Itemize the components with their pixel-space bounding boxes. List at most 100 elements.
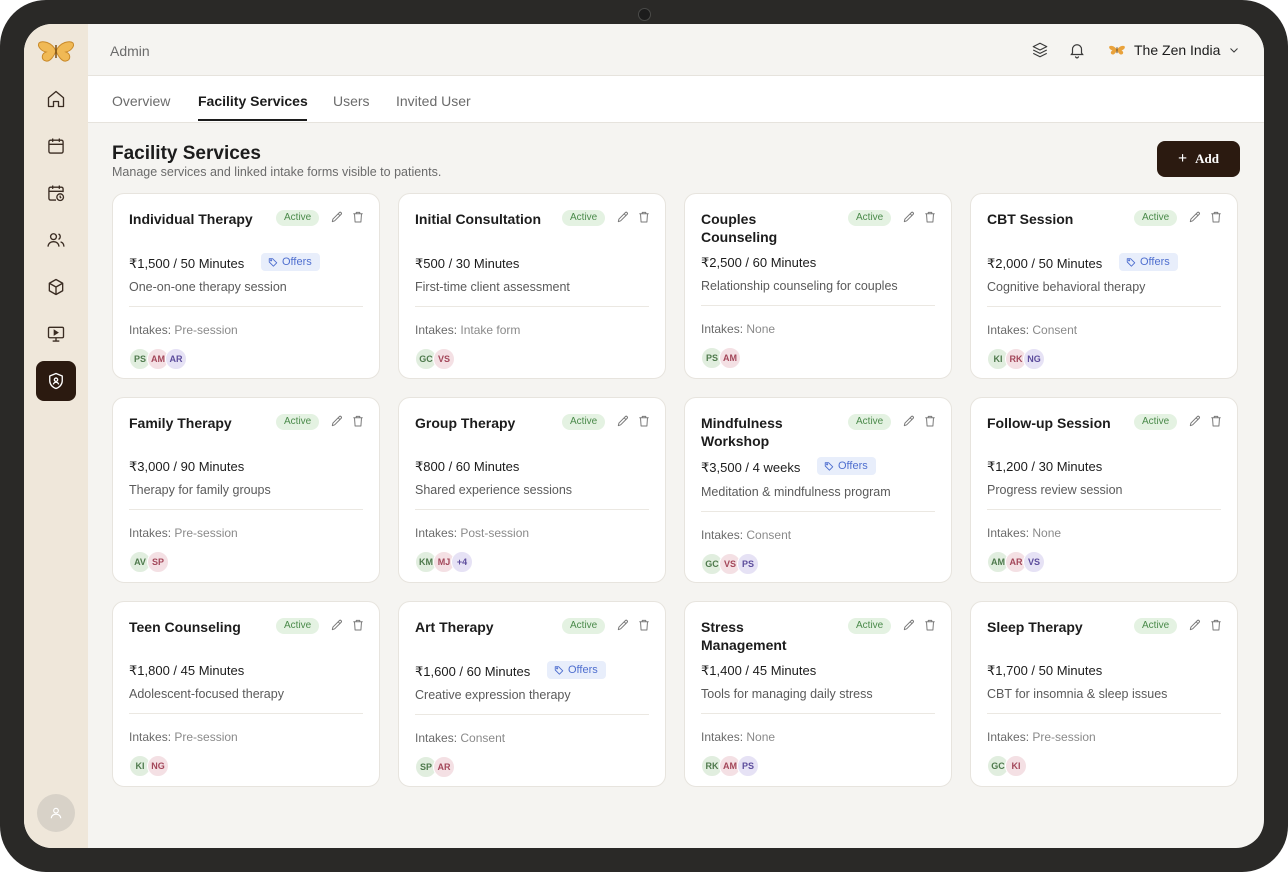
add-service-button[interactable]: + Add: [1157, 141, 1240, 177]
main-content: Admin The Zen India Overview Facility Se…: [88, 24, 1264, 848]
offers-badge[interactable]: Offers: [1119, 253, 1178, 271]
service-card[interactable]: Stress Management Active ₹1,400 / 45 Minut…: [684, 601, 952, 787]
service-card[interactable]: Follow-up Session Active ₹1,200 / 30 Minut…: [970, 397, 1238, 583]
trash-icon[interactable]: [923, 210, 937, 224]
status-badge: Active: [562, 414, 606, 430]
service-card[interactable]: Sleep Therapy Active ₹1,700 / 50 Minutes CB…: [970, 601, 1238, 787]
edit-icon[interactable]: [902, 210, 916, 224]
service-card[interactable]: Art Therapy Active ₹1,600 / 60 Minutes Offe…: [398, 601, 666, 787]
trash-icon[interactable]: [923, 618, 937, 632]
intakes-row: Intakes: Consent: [415, 731, 505, 745]
edit-icon[interactable]: [330, 414, 344, 428]
staff-avatar[interactable]: KI: [1005, 755, 1027, 777]
assigned-avatars: RK AM PS: [701, 755, 759, 777]
profile-avatar[interactable]: [37, 794, 75, 832]
home-icon: [47, 90, 65, 108]
staff-avatar[interactable]: PS: [737, 553, 759, 575]
org-switcher[interactable]: The Zen India: [1108, 39, 1240, 61]
sidebar-item-packages[interactable]: [36, 267, 76, 307]
service-card[interactable]: Group Therapy Active ₹800 / 60 Minutes Shar…: [398, 397, 666, 583]
assigned-avatars: KM MJ +4: [415, 551, 473, 573]
intakes-row: Intakes: Consent: [987, 323, 1077, 337]
tab-overview[interactable]: Overview: [112, 93, 170, 109]
trash-icon[interactable]: [1209, 210, 1223, 224]
offers-label: Offers: [568, 664, 598, 676]
calendar-icon: [48, 138, 64, 154]
offers-badge[interactable]: Offers: [261, 253, 320, 271]
trash-icon[interactable]: [1209, 618, 1223, 632]
edit-icon[interactable]: [330, 618, 344, 632]
staff-avatar[interactable]: SP: [147, 551, 169, 573]
service-description: First-time client assessment: [415, 280, 570, 294]
service-name: Individual Therapy: [129, 211, 253, 227]
assigned-avatars: SP AR: [415, 756, 455, 778]
service-card[interactable]: Individual Therapy Active ₹1,500 / 50 Minu…: [112, 193, 380, 379]
assigned-avatars: KI NG: [129, 755, 169, 777]
trash-icon[interactable]: [923, 414, 937, 428]
intakes-value: None: [1032, 526, 1062, 540]
intakes-label: Intakes:: [987, 323, 1030, 337]
plus-icon: +: [1178, 150, 1188, 167]
edit-icon[interactable]: [616, 414, 630, 428]
staff-avatar[interactable]: PS: [737, 755, 759, 777]
service-card[interactable]: Teen Counseling Active ₹1,800 / 45 Minutes…: [112, 601, 380, 787]
org-name: The Zen India: [1134, 42, 1221, 58]
service-card[interactable]: Initial Consultation Active ₹500 / 30 Minu…: [398, 193, 666, 379]
service-card[interactable]: Couples Counseling Active ₹2,500 / 60 Minu…: [684, 193, 952, 379]
sidebar-item-calendar[interactable]: [36, 126, 76, 166]
service-name: Art Therapy: [415, 619, 494, 635]
intakes-value: Intake form: [460, 323, 521, 337]
trash-icon[interactable]: [351, 618, 365, 632]
staff-avatar[interactable]: VS: [1023, 551, 1045, 573]
edit-icon[interactable]: [1188, 210, 1202, 224]
intakes-value: Pre-session: [174, 323, 238, 337]
tab-bar: Overview Facility Services Users Invited…: [88, 76, 1264, 123]
service-card[interactable]: CBT Session Active ₹2,000 / 50 Minutes Offe…: [970, 193, 1238, 379]
intakes-label: Intakes:: [987, 526, 1030, 540]
staff-avatar[interactable]: +4: [451, 551, 473, 573]
tablet-frame: Admin The Zen India Overview Facility Se…: [0, 0, 1288, 872]
sidebar-item-schedule[interactable]: [36, 173, 76, 213]
trash-icon[interactable]: [637, 414, 651, 428]
tag-icon: [1126, 258, 1136, 267]
trash-icon[interactable]: [637, 618, 651, 632]
staff-avatar[interactable]: AR: [433, 756, 455, 778]
trash-icon[interactable]: [351, 210, 365, 224]
tab-users[interactable]: Users: [333, 93, 370, 109]
edit-icon[interactable]: [616, 210, 630, 224]
intakes-label: Intakes:: [701, 730, 744, 744]
intakes-value: Consent: [460, 731, 506, 745]
intakes-row: Intakes: Post-session: [415, 526, 529, 540]
staff-avatar[interactable]: VS: [433, 348, 455, 370]
service-card[interactable]: Mindfulness Workshop Active ₹3,500 / 4 wee…: [684, 397, 952, 583]
offers-badge[interactable]: Offers: [547, 661, 606, 679]
edit-icon[interactable]: [902, 414, 916, 428]
tab-facility-services[interactable]: Facility Services: [198, 93, 308, 109]
service-card[interactable]: Family Therapy Active ₹3,000 / 90 Minutes T…: [112, 397, 380, 583]
tag-icon: [554, 666, 564, 675]
trash-icon[interactable]: [1209, 414, 1223, 428]
layers-icon[interactable]: [1031, 41, 1049, 59]
staff-avatar[interactable]: AM: [719, 347, 741, 369]
trash-icon[interactable]: [351, 414, 365, 428]
intakes-value: Post-session: [460, 526, 530, 540]
sidebar-item-admin[interactable]: [36, 361, 76, 401]
offers-badge[interactable]: Offers: [817, 457, 876, 475]
sidebar-item-media[interactable]: [36, 314, 76, 354]
card-divider: [415, 714, 649, 715]
staff-avatar[interactable]: AR: [165, 348, 187, 370]
staff-avatar[interactable]: NG: [147, 755, 169, 777]
tab-invited-user[interactable]: Invited User: [396, 93, 471, 109]
sidebar-item-users[interactable]: [36, 220, 76, 260]
bell-icon[interactable]: [1068, 41, 1086, 59]
sidebar-item-home[interactable]: [36, 79, 76, 119]
trash-icon[interactable]: [637, 210, 651, 224]
service-description: Adolescent-focused therapy: [129, 687, 284, 701]
edit-icon[interactable]: [1188, 414, 1202, 428]
edit-icon[interactable]: [616, 618, 630, 632]
service-price: ₹1,800 / 45 Minutes: [129, 663, 245, 678]
edit-icon[interactable]: [902, 618, 916, 632]
edit-icon[interactable]: [1188, 618, 1202, 632]
staff-avatar[interactable]: NG: [1023, 348, 1045, 370]
edit-icon[interactable]: [330, 210, 344, 224]
